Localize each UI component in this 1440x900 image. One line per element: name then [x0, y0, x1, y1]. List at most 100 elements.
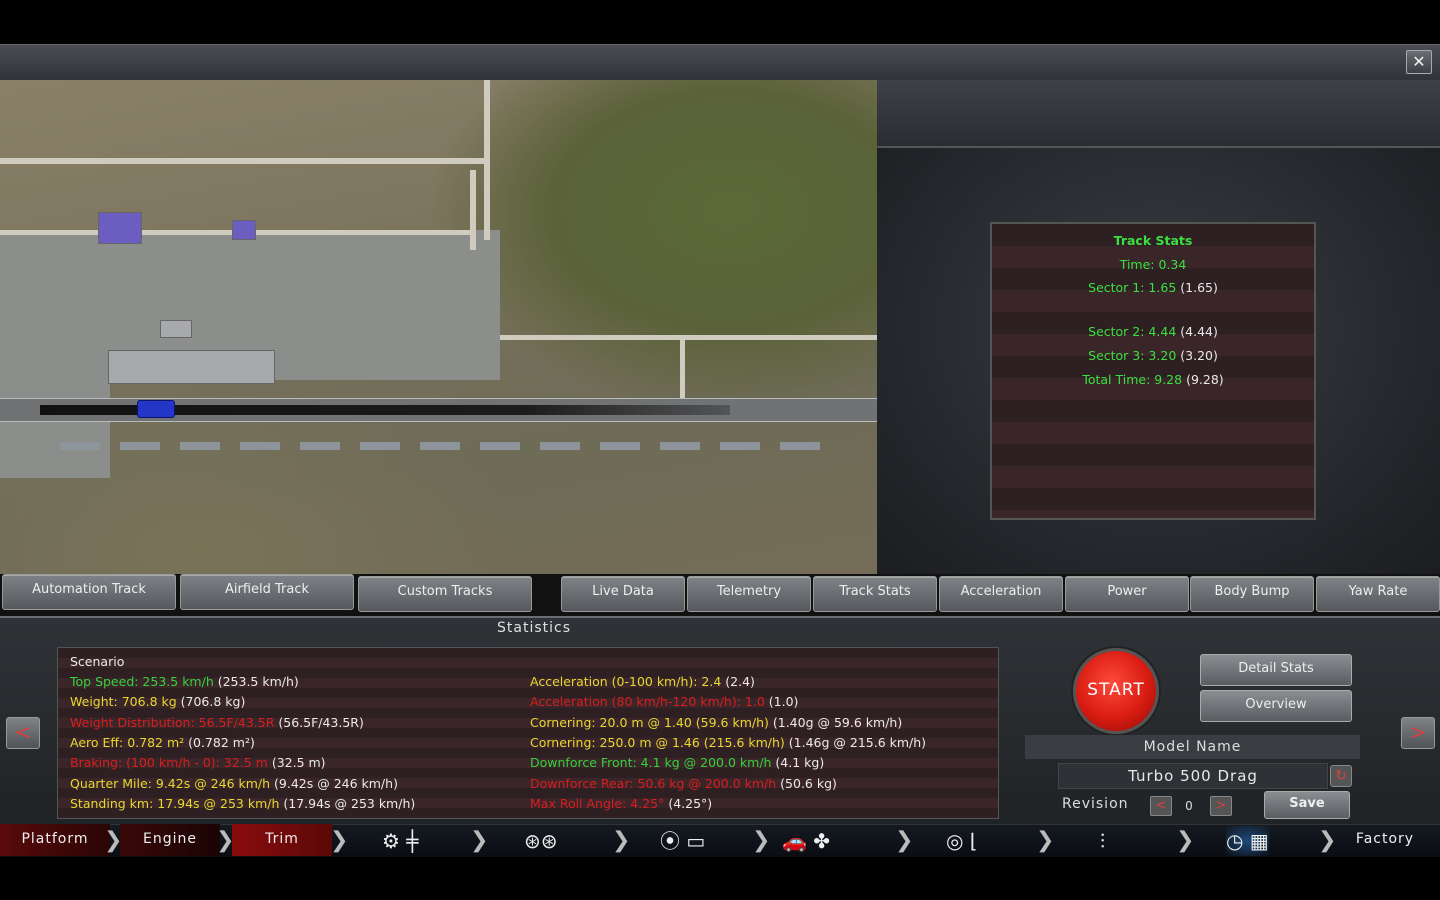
- statistics-title: Statistics: [497, 620, 571, 636]
- tab-track-stats[interactable]: Track Stats: [813, 576, 937, 612]
- stat-reference-value: (32.5 m): [267, 755, 326, 771]
- taxiway: [500, 335, 877, 340]
- stat-reference-value: (17.94s @ 253 km/h): [279, 795, 416, 811]
- stat-row: Standing km: 17.94s @ 253 km/h (17.94s @…: [70, 796, 415, 811]
- tab-airfield-track[interactable]: Airfield Track: [180, 574, 354, 610]
- taxiway: [470, 170, 476, 250]
- overview-button[interactable]: Overview: [1200, 690, 1352, 722]
- stat-row: Aero Eff: 0.782 m² (0.782 m²): [70, 735, 255, 750]
- tab-body-bump[interactable]: Body Bump: [1190, 576, 1314, 612]
- chevron-right-icon: ❯: [895, 828, 914, 853]
- stat-row: Weight Distribution: 56.5F/43.5R (56.5F/…: [70, 715, 364, 730]
- revision-label: Revision: [1062, 796, 1129, 812]
- taxiway: [484, 80, 490, 240]
- stat-label: Weight Distribution: 56.5F/43.5R: [70, 714, 275, 730]
- window-titlebar: [0, 44, 1440, 81]
- tab-live-data[interactable]: Live Data: [561, 576, 685, 612]
- nav-engine[interactable]: Engine: [120, 824, 220, 856]
- building: [160, 320, 192, 338]
- tab-acceleration[interactable]: Acceleration: [939, 576, 1063, 612]
- track-stats-title: Track Stats: [1113, 233, 1193, 248]
- stat-row: Cornering: 250.0 m @ 1.46 (215.6 km/h) (…: [530, 735, 926, 750]
- scenario-label: Scenario: [70, 654, 125, 669]
- stat-reference-value: (1.40g @ 59.6 km/h): [768, 714, 903, 730]
- stat-label: Quarter Mile: 9.42s @ 246 km/h: [70, 775, 271, 791]
- tab-power[interactable]: Power: [1065, 576, 1189, 612]
- nav-factory[interactable]: Factory: [1340, 824, 1430, 856]
- model-name-label: Model Name: [1025, 735, 1360, 759]
- stat-reference-value: (253.5 km/h): [213, 674, 299, 689]
- stat-label: Acceleration (0-100 km/h): 2.4: [530, 674, 722, 689]
- stat-row: Acceleration (80 km/h-120 km/h): 1.0 (1.…: [530, 694, 798, 709]
- taxiway: [0, 158, 490, 164]
- chevron-right-icon: ❯: [1036, 828, 1055, 853]
- stat-row: Acceleration (0-100 km/h): 2.4 (2.4): [530, 674, 755, 689]
- chevron-right-icon: ❯: [1176, 828, 1195, 853]
- building: [98, 212, 142, 244]
- stat-reference-value: (4.1 kg): [771, 755, 825, 771]
- start-button[interactable]: START: [1073, 648, 1159, 734]
- chevron-right-icon: ❯: [330, 828, 349, 853]
- sector-3: Sector 3: 3.20 (3.20): [1088, 348, 1218, 363]
- sector-1: Sector 1: 1.65 (1.65): [1088, 280, 1218, 295]
- gearbox-icon[interactable]: ⚙ ╪: [382, 826, 418, 856]
- stats-panel-header: [877, 80, 1440, 148]
- next-arrow-button[interactable]: >: [1401, 717, 1435, 749]
- stat-row: Braking: (100 km/h - 0): 32.5 m (32.5 m): [70, 755, 326, 770]
- stat-label: Aero Eff: 0.782 m²: [70, 734, 185, 750]
- chevron-right-icon: ❯: [1318, 828, 1337, 853]
- track-stats-box: Track Stats Time: 0.34 Sector 1: 1.65 (1…: [990, 222, 1316, 520]
- stat-reference-value: (1.0): [764, 694, 799, 710]
- brakes-body-icon[interactable]: ⦿ ▭: [660, 826, 705, 856]
- nav-trim[interactable]: Trim: [232, 824, 332, 856]
- revision-next-button[interactable]: >: [1210, 796, 1232, 816]
- track-map: [0, 80, 877, 574]
- track-time: Time: 0.34: [1119, 257, 1187, 272]
- interior-icon[interactable]: ◎ ⌊: [946, 826, 978, 856]
- stat-reference-value: (1.46g @ 215.6 km/h): [784, 734, 927, 750]
- stat-label: Downforce Rear: 50.6 kg @ 200.0 km/h: [530, 775, 777, 791]
- revision-prev-button[interactable]: <: [1150, 796, 1172, 816]
- stat-label: Cornering: 250.0 m @ 1.46 (215.6 km/h): [530, 734, 785, 750]
- detail-stats-button[interactable]: Detail Stats: [1200, 654, 1352, 686]
- stat-label: Max Roll Angle: 4.25°: [530, 795, 665, 811]
- save-button[interactable]: Save: [1264, 791, 1350, 819]
- testing-icon[interactable]: ◷ ▦: [1226, 826, 1269, 856]
- stat-row: Weight: 706.8 kg (706.8 kg): [70, 694, 245, 709]
- building: [232, 220, 256, 240]
- tab-yaw-rate[interactable]: Yaw Rate: [1316, 576, 1440, 612]
- total-time: Total Time: 9.28 (9.28): [1082, 372, 1224, 387]
- chevron-right-icon: ❯: [612, 828, 631, 853]
- stat-row: Max Roll Angle: 4.25° (4.25°): [530, 796, 712, 811]
- stat-label: Braking: (100 km/h - 0): 32.5 m: [70, 755, 268, 771]
- wheels-icon[interactable]: ⊛⊛: [524, 826, 558, 856]
- chevron-right-icon: ❯: [752, 828, 771, 853]
- tab-telemetry[interactable]: Telemetry: [687, 576, 811, 612]
- stat-reference-value: (706.8 kg): [176, 694, 246, 710]
- stat-row: Cornering: 20.0 m @ 1.40 (59.6 km/h) (1.…: [530, 715, 902, 730]
- model-name-field[interactable]: Turbo 500 Drag: [1058, 763, 1328, 789]
- stat-reference-value: (50.6 kg): [776, 775, 837, 791]
- stat-row: Downforce Rear: 50.6 kg @ 200.0 km/h (50…: [530, 776, 837, 791]
- tab-custom-tracks[interactable]: Custom Tracks: [358, 576, 532, 612]
- stat-label: Weight: 706.8 kg: [70, 694, 177, 710]
- stat-reference-value: (2.4): [721, 674, 755, 689]
- stat-label: Acceleration (80 km/h-120 km/h): 1.0: [530, 694, 765, 710]
- close-button[interactable]: ✕: [1406, 50, 1432, 74]
- stat-reference-value: (9.42s @ 246 km/h): [270, 775, 398, 791]
- car-aero-icon[interactable]: 🚗 ✤: [782, 826, 830, 856]
- nav-platform[interactable]: Platform: [0, 824, 110, 856]
- stat-label: Top Speed: 253.5 km/h: [70, 674, 214, 689]
- taxiway: [680, 340, 685, 398]
- suspension-icon[interactable]: ⫶: [1100, 826, 1105, 856]
- reset-icon[interactable]: ↻: [1330, 765, 1352, 787]
- prev-arrow-button[interactable]: <: [6, 717, 40, 749]
- stat-label: Cornering: 20.0 m @ 1.40 (59.6 km/h): [530, 714, 769, 730]
- stat-row: Quarter Mile: 9.42s @ 246 km/h (9.42s @ …: [70, 776, 398, 791]
- tab-automation-track[interactable]: Automation Track: [2, 574, 176, 610]
- chevron-right-icon: ❯: [470, 828, 489, 853]
- stat-reference-value: (56.5F/43.5R): [274, 714, 364, 730]
- parking-markers: [60, 442, 820, 450]
- stat-label: Standing km: 17.94s @ 253 km/h: [70, 795, 280, 811]
- stat-row: Top Speed: 253.5 km/h (253.5 km/h): [70, 674, 299, 689]
